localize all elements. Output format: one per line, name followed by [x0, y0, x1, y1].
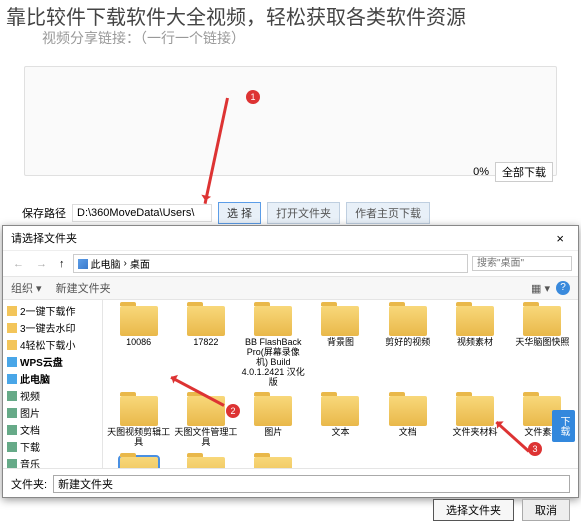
folder-icon — [7, 408, 17, 418]
folder-icon — [456, 396, 494, 426]
breadcrumb[interactable]: 此电脑› 桌面 — [73, 254, 469, 273]
folder-icon — [321, 306, 359, 336]
annotation-pin-1: 1 — [246, 90, 260, 104]
nav-fwd-icon[interactable]: → — [32, 258, 51, 270]
folder-item[interactable]: 视频素材 — [443, 306, 506, 387]
folder-icon — [7, 340, 17, 350]
folder-item[interactable]: 音乐 — [242, 457, 305, 468]
nav-up-icon[interactable]: ↑ — [55, 257, 69, 271]
filename-input[interactable] — [53, 475, 570, 493]
cancel-button[interactable]: 取消 — [522, 499, 570, 521]
annotation-pin-2: 2 — [226, 404, 240, 418]
folder-icon — [120, 396, 158, 426]
folder-icon — [7, 459, 17, 469]
folder-item[interactable]: BB FlashBack Pro(屏幕录像机) Build 4.0.1.2421… — [242, 306, 305, 387]
folder-icon — [456, 306, 494, 336]
path-row: 保存路径 选 择 打开文件夹 作者主页下载 — [22, 202, 559, 224]
open-folder-button[interactable]: 打开文件夹 — [267, 202, 340, 224]
sidebar-item[interactable]: 此电脑 — [3, 370, 102, 387]
folder-icon — [523, 306, 561, 336]
folder-item[interactable]: 新建文件夹 (2) — [174, 457, 237, 468]
folder-item[interactable]: 剪好的视频 — [376, 306, 439, 387]
sidebar-item[interactable]: 2一键下载作 — [3, 302, 102, 319]
organize-menu[interactable]: 组织 ▾ — [11, 280, 42, 296]
folder-item[interactable]: 新建文件夹 — [107, 457, 170, 468]
folder-item[interactable]: 天图视频剪辑工具 — [107, 396, 170, 448]
folder-item[interactable]: 17822 — [174, 306, 237, 387]
sidebar-item[interactable]: 图片 — [3, 404, 102, 421]
folder-item[interactable]: 天华脑图快照 — [511, 306, 574, 387]
folder-icon — [7, 374, 17, 384]
folder-icon — [254, 306, 292, 336]
help-icon[interactable]: ? — [556, 281, 570, 295]
dialog-title: 请选择文件夹 — [11, 230, 77, 246]
folder-dialog: 请选择文件夹 × ← → ↑ 此电脑› 桌面 组织 ▾ 新建文件夹 ▦ ▾ ? … — [2, 225, 579, 498]
folder-grid: 1008617822BB FlashBack Pro(屏幕录像机) Build … — [103, 300, 578, 468]
folder-icon — [7, 306, 17, 316]
author-download-button[interactable]: 作者主页下载 — [346, 202, 430, 224]
sidebar-item[interactable]: 音乐 — [3, 455, 102, 468]
new-folder-button[interactable]: 新建文件夹 — [56, 280, 111, 296]
annotation-pin-3: 3 — [528, 442, 542, 456]
progress-pct: 0% — [473, 166, 489, 178]
sidebar-tree: 2一键下载作3一键去水印4轻松下载小WPS云盘此电脑视频图片文档下载音乐桌面本地… — [3, 300, 103, 468]
sidebar-item[interactable]: 3一键去水印 — [3, 319, 102, 336]
folder-icon — [187, 306, 225, 336]
folder-icon — [254, 457, 292, 468]
filename-label: 文件夹: — [11, 476, 47, 492]
progress-row: 0% 全部下载 — [473, 162, 553, 182]
folder-item[interactable]: 背景图 — [309, 306, 372, 387]
path-label: 保存路径 — [22, 205, 66, 221]
sidebar-item[interactable]: 下载 — [3, 438, 102, 455]
dialog-search-input[interactable] — [472, 256, 572, 271]
view-menu[interactable]: ▦ ▾ — [531, 282, 550, 295]
folder-item[interactable]: 文档 — [376, 396, 439, 448]
pc-icon — [78, 259, 88, 269]
folder-icon — [7, 442, 17, 452]
folder-item[interactable]: 10086 — [107, 306, 170, 387]
folder-icon — [7, 425, 17, 435]
sidebar-item[interactable]: WPS云盘 — [3, 353, 102, 370]
folder-icon — [120, 457, 158, 468]
close-icon[interactable]: × — [550, 231, 570, 246]
select-button[interactable]: 选 择 — [218, 202, 261, 224]
sidebar-item[interactable]: 文档 — [3, 421, 102, 438]
select-folder-button[interactable]: 选择文件夹 — [433, 499, 514, 521]
folder-icon — [120, 306, 158, 336]
folder-icon — [7, 357, 17, 367]
folder-icon — [7, 323, 17, 333]
side-download-button[interactable]: 下载 — [552, 410, 575, 442]
folder-icon — [389, 396, 427, 426]
nav-back-icon[interactable]: ← — [9, 258, 28, 270]
folder-icon — [187, 457, 225, 468]
subtitle: 视频分享链接：（一行一个链接） — [42, 28, 245, 48]
folder-icon — [321, 396, 359, 426]
folder-icon — [7, 391, 17, 401]
download-all-button[interactable]: 全部下载 — [495, 162, 553, 182]
path-input[interactable] — [72, 204, 212, 222]
folder-item[interactable]: 图片 — [242, 396, 305, 448]
folder-icon — [389, 306, 427, 336]
sidebar-item[interactable]: 4轻松下载小 — [3, 336, 102, 353]
sidebar-item[interactable]: 视频 — [3, 387, 102, 404]
textarea-links[interactable] — [24, 66, 557, 176]
folder-item[interactable]: 文本 — [309, 396, 372, 448]
folder-icon — [254, 396, 292, 426]
